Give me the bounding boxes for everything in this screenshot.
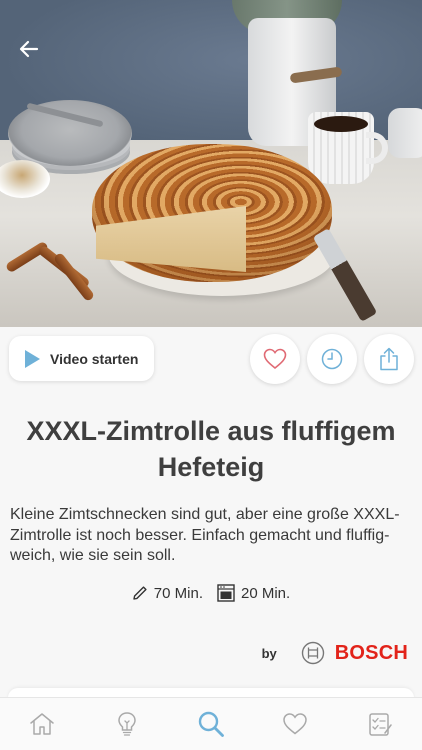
bake-time: 20 Min. <box>217 584 290 602</box>
brand-attribution: by BOSCH <box>262 641 408 665</box>
tab-favorites[interactable] <box>253 698 337 750</box>
bosch-logo-icon <box>301 641 324 665</box>
start-video-label: Video starten <box>50 350 139 367</box>
hero-coffee <box>314 116 368 132</box>
pencil-icon <box>133 586 147 600</box>
tab-search[interactable] <box>169 698 253 750</box>
prep-time: 70 Min. <box>132 585 203 602</box>
recipe-description: Kleine Zimtschnecken sind gut, aber eine… <box>10 506 400 564</box>
start-video-button[interactable]: Video starten <box>9 336 154 381</box>
brand-by-label: by <box>261 645 277 661</box>
lightbulb-icon <box>117 712 136 736</box>
clock-icon <box>321 348 343 370</box>
share-icon <box>380 347 398 371</box>
recipe-title: XXXL-Zimtrolle aus fluffigem Hefeteig <box>26 416 396 482</box>
arrow-left-icon <box>19 40 39 58</box>
timer-button[interactable] <box>307 334 357 384</box>
recipe-time-info: 70 Min. 20 Min. <box>0 584 422 602</box>
tab-home[interactable] <box>0 698 84 750</box>
play-icon <box>25 349 40 368</box>
search-icon <box>198 711 224 737</box>
bake-time-value: 20 Min. <box>241 584 291 602</box>
bottom-navigation <box>0 697 422 750</box>
oven-icon <box>217 584 235 602</box>
brand-name: BOSCH <box>334 641 408 664</box>
hero-creamer <box>388 108 422 158</box>
tab-inspiration[interactable] <box>84 698 168 750</box>
favorite-button[interactable] <box>250 334 300 384</box>
prep-time-value: 70 Min. <box>153 584 203 602</box>
recipe-hero-image <box>0 0 422 327</box>
share-button[interactable] <box>364 334 414 384</box>
heart-icon <box>283 713 308 735</box>
checklist-icon <box>369 713 392 736</box>
hero-top-plate <box>8 100 132 166</box>
tab-shopping-list[interactable] <box>338 698 422 750</box>
heart-icon <box>263 348 287 370</box>
home-icon <box>30 713 54 735</box>
back-button[interactable] <box>14 34 44 64</box>
